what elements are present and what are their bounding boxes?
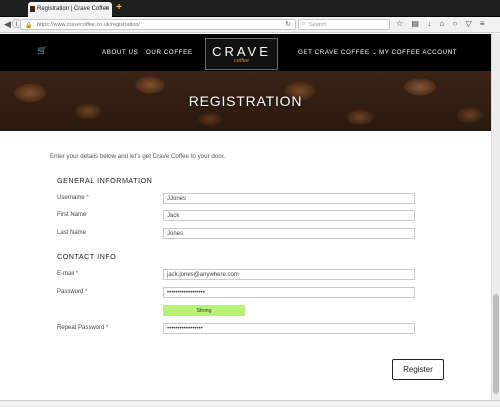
password-label: Password * <box>57 289 87 295</box>
site-logo[interactable]: CRAVE coffee <box>205 38 278 70</box>
search-placeholder: Search <box>309 22 327 28</box>
scroll-thumb[interactable] <box>493 294 499 394</box>
hero-banner: REGISTRATION <box>0 71 491 131</box>
lastname-label: Last Name <box>57 230 87 236</box>
nav-about-us[interactable]: ABOUT US <box>102 49 138 56</box>
email-label: E-mail * <box>57 271 78 277</box>
password-strength-indicator: Strong <box>163 305 245 316</box>
logo-brand: CRAVE <box>212 44 271 59</box>
page-scrollbar[interactable] <box>491 34 500 400</box>
required-mark: * <box>75 271 79 277</box>
nav-my-coffee-account[interactable]: MY COFFEE ACCOUNT <box>379 49 457 56</box>
firstname-field[interactable]: Jack <box>163 210 415 221</box>
nav-our-coffee[interactable]: OUR COFFEE <box>146 49 193 56</box>
cart-icon[interactable]: 🛒 <box>37 46 47 55</box>
intro-text: Enter your details below and let's get C… <box>50 153 226 160</box>
contact-info-heading: CONTACT INFO <box>57 252 117 261</box>
window-bottom-edge <box>0 400 500 407</box>
required-mark: * <box>106 325 109 331</box>
general-info-heading: GENERAL INFORMATION <box>57 176 153 185</box>
search-input[interactable]: ⌕ Search <box>298 19 390 30</box>
register-button[interactable]: Register <box>392 359 444 380</box>
browser-tab[interactable]: Registration | Crave Coffee × <box>28 2 112 17</box>
nav-get-crave-coffee[interactable]: GET CRAVE COFFEE ⌄ <box>298 49 378 56</box>
username-field[interactable]: JJones <box>163 193 415 204</box>
url-text: https://www.cravecoffee.co.uk/registrati… <box>37 22 140 28</box>
browser-navbar: ◀ ⓘ 🔒 https://www.cravecoffee.co.uk/regi… <box>0 17 500 33</box>
email-label-text: E-mail <box>57 271 75 277</box>
page-title: REGISTRATION <box>188 93 303 109</box>
favicon-icon <box>30 6 35 12</box>
address-bar[interactable]: 🔒 https://www.cravecoffee.co.uk/registra… <box>20 19 296 30</box>
site-header: 🛒 ABOUT US OUR COFFEE CRAVE coffee GET C… <box>0 34 491 71</box>
toolbar-icons[interactable]: ☆ ▤ ↓ ⌂ ○ ▽ ≡ <box>396 19 488 28</box>
required-mark: * <box>85 289 88 295</box>
lastname-field[interactable]: Jones <box>163 228 415 239</box>
repeat-password-field[interactable]: ••••••••••••••••• <box>163 323 415 334</box>
tab-title: Registration | Crave Coffee <box>37 6 110 12</box>
browser-tab-bar: Registration | Crave Coffee × + <box>0 0 500 17</box>
email-field[interactable]: jack.jones@anywhere.com <box>163 269 415 280</box>
password-field[interactable]: •••••••••••••••••• <box>163 287 415 298</box>
username-label: Username * <box>57 195 89 201</box>
reload-icon[interactable]: ↻ <box>285 20 291 28</box>
required-mark: * <box>86 195 89 201</box>
lock-icon: 🔒 <box>25 23 33 29</box>
back-arrow-icon[interactable]: ◀ <box>4 19 11 30</box>
tab-close-icon[interactable]: × <box>105 5 109 12</box>
username-label-text: Username <box>57 195 85 201</box>
search-icon: ⌕ <box>302 21 306 27</box>
repeat-password-label: Repeat Password * <box>57 325 108 331</box>
repeat-password-label-text: Repeat Password <box>57 325 105 331</box>
firstname-label: First Name <box>57 212 87 218</box>
password-label-text: Password <box>57 289 84 295</box>
new-tab-button[interactable]: + <box>114 3 124 13</box>
